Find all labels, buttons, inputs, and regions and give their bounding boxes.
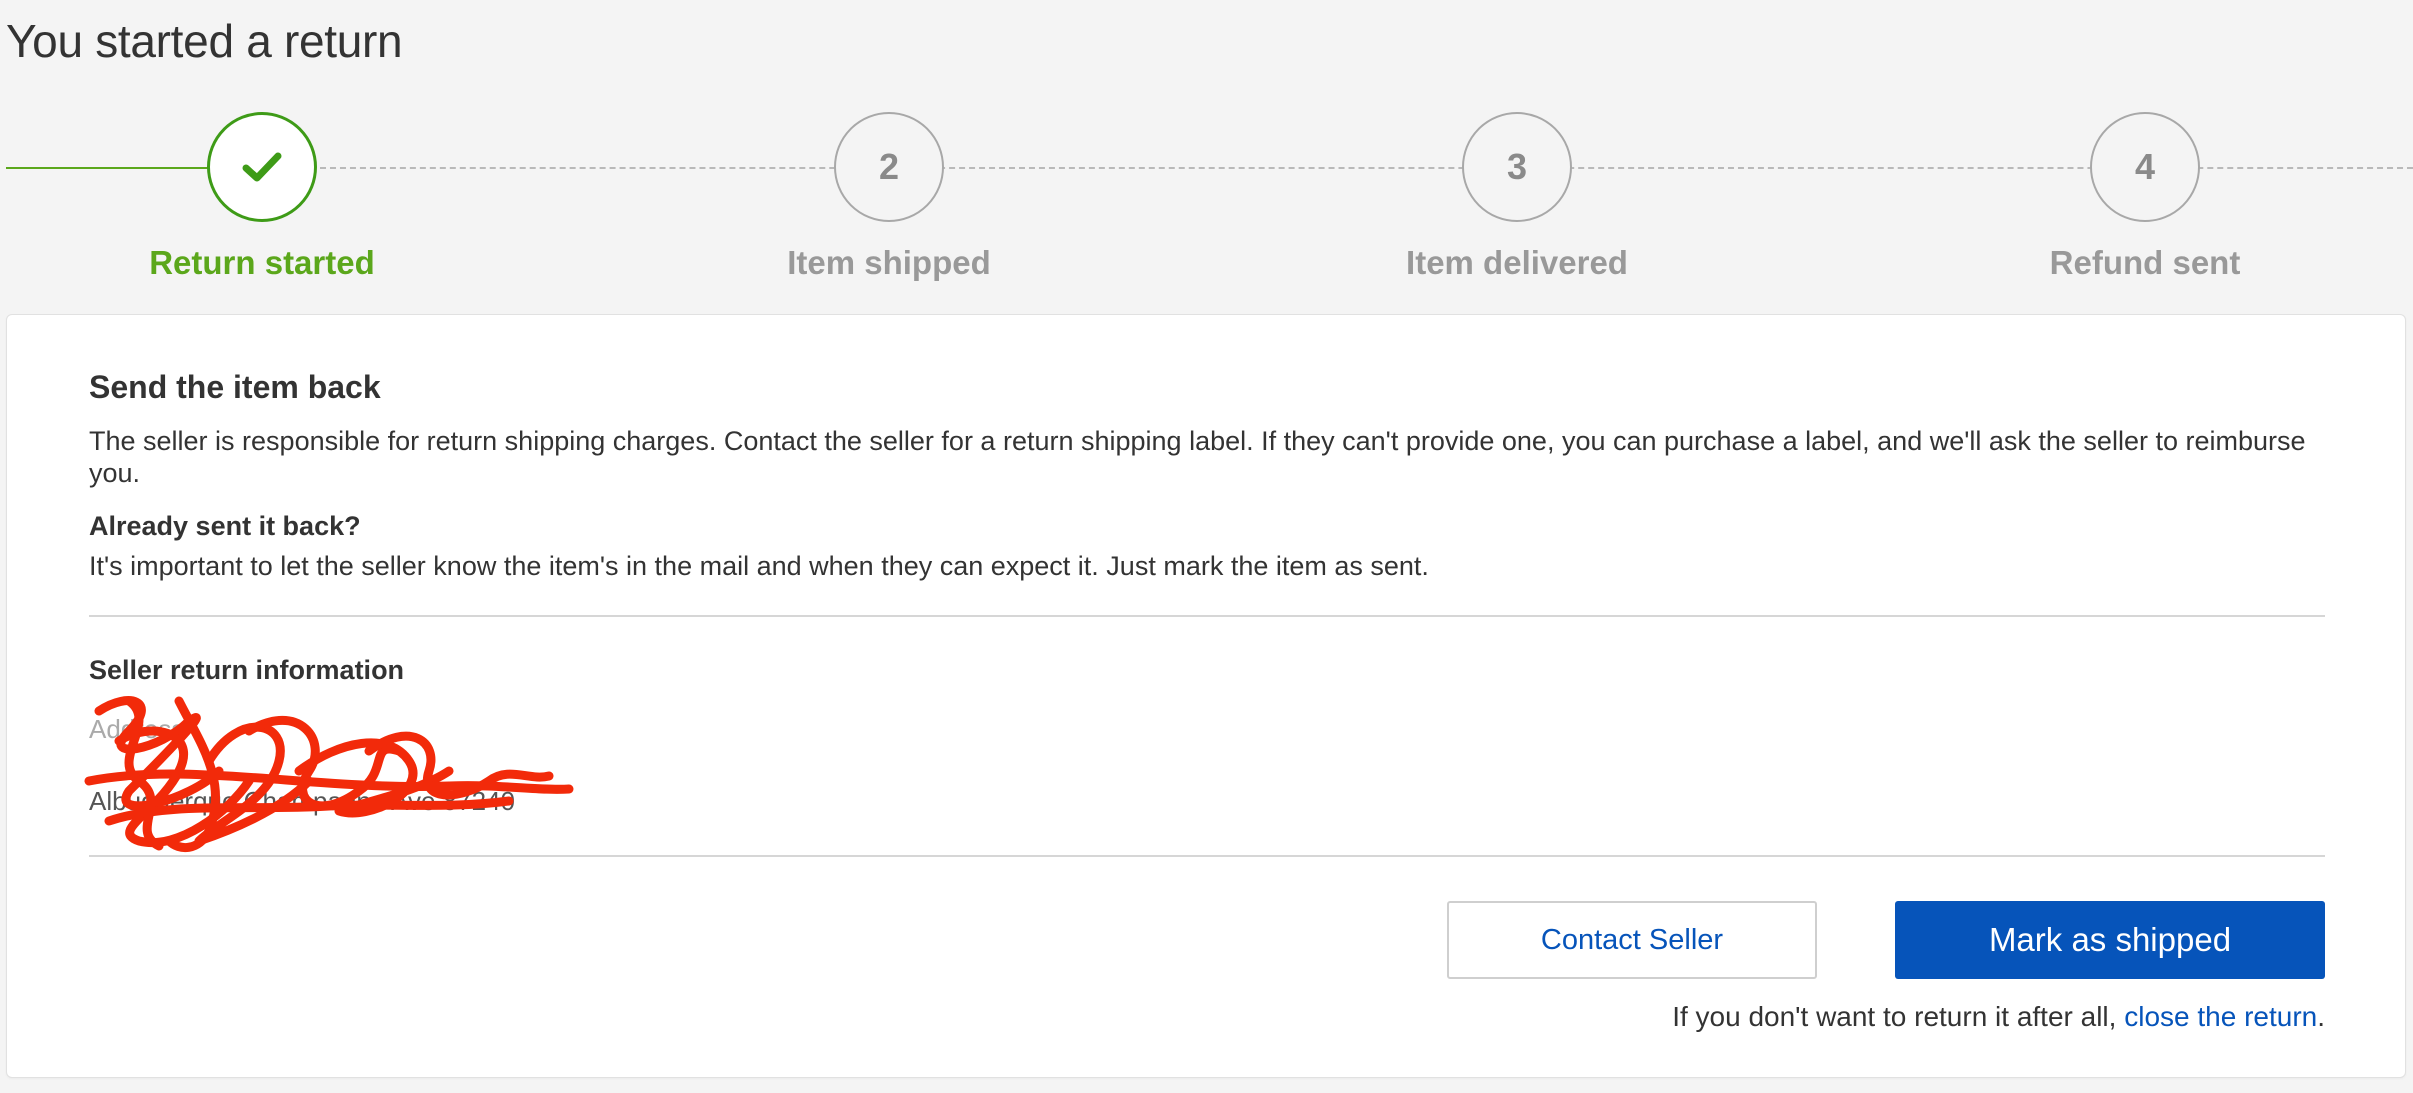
step-item-shipped: 2 Item shipped	[709, 112, 1069, 282]
step-label: Item shipped	[787, 244, 991, 281]
step-refund-sent: 4 Refund sent	[1965, 112, 2325, 282]
divider	[89, 615, 2325, 617]
already-sent-text: It's important to let the seller know th…	[89, 551, 1429, 581]
close-return-link[interactable]: close the return	[2124, 1001, 2317, 1032]
page-title: You started a return	[6, 15, 403, 67]
close-return-prefix: If you don't want to return it after all…	[1672, 1001, 2125, 1032]
close-return-note: If you don't want to return it after all…	[1672, 1001, 2325, 1033]
mark-as-shipped-button[interactable]: Mark as shipped	[1895, 901, 2325, 979]
close-return-suffix: .	[2317, 1001, 2325, 1032]
step-label: Return started	[149, 244, 375, 281]
step-number: 2	[834, 112, 944, 222]
check-icon	[207, 112, 317, 222]
send-item-heading: Send the item back	[89, 369, 381, 405]
step-label: Refund sent	[2049, 244, 2241, 281]
send-item-text: The seller is responsible for return shi…	[89, 426, 2306, 488]
step-item-delivered: 3 Item delivered	[1337, 112, 1697, 282]
divider	[89, 855, 2325, 857]
step-number: 4	[2090, 112, 2200, 222]
step-number: 3	[1462, 112, 1572, 222]
return-card: Send the item back The seller is respons…	[6, 314, 2406, 1078]
step-label: Item delivered	[1406, 244, 1628, 281]
contact-seller-button[interactable]: Contact Seller	[1447, 901, 1817, 979]
step-return-started: Return started	[82, 112, 442, 282]
progress-tracker: Return started 2 Item shipped 3 Item del…	[0, 112, 2413, 292]
redaction-scribble	[84, 696, 574, 852]
already-sent-heading: Already sent it back?	[89, 511, 361, 541]
